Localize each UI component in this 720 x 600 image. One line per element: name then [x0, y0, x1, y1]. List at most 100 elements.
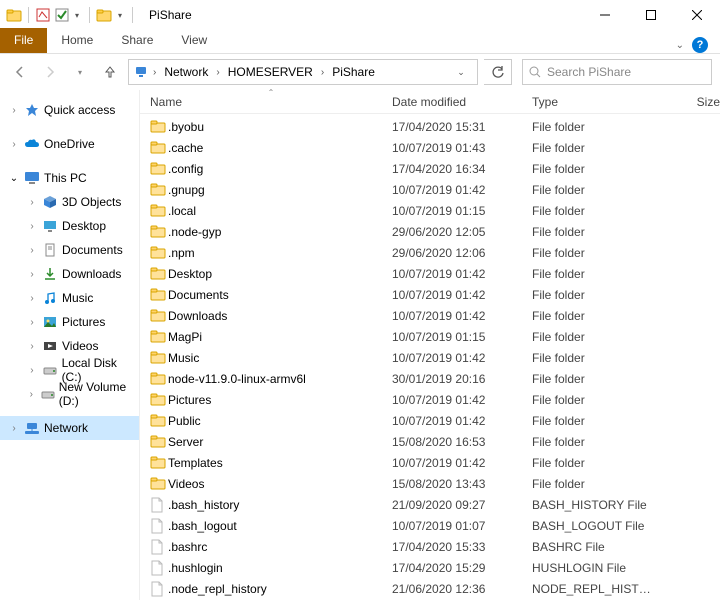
file-type: File folder — [532, 309, 660, 323]
minimize-button[interactable] — [582, 0, 628, 30]
column-size[interactable]: Size — [660, 95, 720, 109]
file-date: 10/07/2019 01:43 — [392, 141, 532, 155]
file-type: File folder — [532, 435, 660, 449]
help-icon[interactable]: ? — [692, 37, 708, 53]
close-button[interactable] — [674, 0, 720, 30]
nav-label: Quick access — [44, 103, 115, 117]
nav-onedrive[interactable]: › OneDrive — [0, 132, 139, 156]
nav-this-pc[interactable]: ⌄ This PC — [0, 166, 139, 190]
list-item[interactable]: Templates10/07/2019 01:42File folder — [140, 452, 720, 473]
folder-icon — [6, 7, 22, 23]
nav-network[interactable]: › Network — [0, 416, 139, 440]
list-item[interactable]: MagPi10/07/2019 01:15File folder — [140, 326, 720, 347]
list-item[interactable]: .npm29/06/2020 12:06File folder — [140, 242, 720, 263]
tab-file[interactable]: File — [0, 28, 47, 53]
refresh-button[interactable] — [484, 59, 512, 85]
column-date[interactable]: Date modified — [392, 95, 532, 109]
tab-home[interactable]: Home — [47, 28, 107, 53]
tab-share[interactable]: Share — [107, 28, 167, 53]
list-item[interactable]: .cache10/07/2019 01:43File folder — [140, 137, 720, 158]
chevron-right-icon[interactable]: › — [319, 67, 326, 78]
list-item[interactable]: .hushlogin17/04/2020 15:29HUSHLOGIN File — [140, 557, 720, 578]
nav-local-disk[interactable]: ›Local Disk (C:) — [0, 358, 139, 382]
nav-recent-icon[interactable]: ▾ — [68, 60, 92, 84]
list-item[interactable]: Downloads10/07/2019 01:42File folder — [140, 305, 720, 326]
breadcrumb[interactable]: Network — [160, 63, 212, 81]
nav-label: Downloads — [62, 267, 121, 281]
nav-documents[interactable]: ›Documents — [0, 238, 139, 262]
search-input[interactable]: Search PiShare — [522, 59, 712, 85]
file-type: File folder — [532, 414, 660, 428]
list-item[interactable]: Documents10/07/2019 01:42File folder — [140, 284, 720, 305]
address-bar[interactable]: › Network › HOMESERVER › PiShare ⌄ — [128, 59, 478, 85]
list-item[interactable]: .gnupg10/07/2019 01:42File folder — [140, 179, 720, 200]
breadcrumb[interactable]: HOMESERVER — [224, 63, 317, 81]
list-item[interactable]: .local10/07/2019 01:15File folder — [140, 200, 720, 221]
qat-checkbox-icon[interactable] — [55, 8, 69, 22]
column-name[interactable]: ⌃Name — [150, 95, 392, 109]
nav-new-volume[interactable]: ›New Volume (D:) — [0, 382, 139, 406]
list-item[interactable]: Videos15/08/2020 13:43File folder — [140, 473, 720, 494]
nav-label: This PC — [44, 171, 87, 185]
list-item[interactable]: Desktop10/07/2019 01:42File folder — [140, 263, 720, 284]
list-item[interactable]: Public10/07/2019 01:42File folder — [140, 410, 720, 431]
file-name: Music — [168, 351, 392, 365]
file-type: File folder — [532, 162, 660, 176]
chevron-right-icon[interactable]: › — [214, 67, 221, 78]
nav-back-button[interactable] — [8, 60, 32, 84]
column-type[interactable]: Type — [532, 95, 660, 109]
list-item[interactable]: .bashrc17/04/2020 15:33BASHRC File — [140, 536, 720, 557]
chevron-right-icon[interactable]: › — [8, 139, 20, 150]
file-name: Desktop — [168, 267, 392, 281]
nav-music[interactable]: ›Music — [0, 286, 139, 310]
nav-up-button[interactable] — [98, 60, 122, 84]
list-item[interactable]: .config17/04/2020 16:34File folder — [140, 158, 720, 179]
file-name: .npm — [168, 246, 392, 260]
chevron-right-icon[interactable]: › — [151, 67, 158, 78]
nav-pictures[interactable]: ›Pictures — [0, 310, 139, 334]
nav-downloads[interactable]: ›Downloads — [0, 262, 139, 286]
nav-desktop[interactable]: ›Desktop — [0, 214, 139, 238]
chevron-right-icon[interactable]: › — [8, 423, 20, 434]
title-menu-icon[interactable]: ▾ — [114, 11, 126, 20]
list-item[interactable]: .bash_history21/09/2020 09:27BASH_HISTOR… — [140, 494, 720, 515]
quick-access-toolbar: ▾ ▾ — [6, 7, 137, 23]
list-item[interactable]: .byobu17/04/2020 15:31File folder — [140, 116, 720, 137]
search-icon — [529, 66, 541, 78]
file-name: MagPi — [168, 330, 392, 344]
nav-quick-access[interactable]: › Quick access — [0, 98, 139, 122]
nav-label: Videos — [62, 339, 98, 353]
breadcrumb[interactable]: PiShare — [328, 63, 379, 81]
address-dropdown-icon[interactable]: ⌄ — [449, 60, 473, 84]
file-icon — [150, 518, 168, 534]
chevron-down-icon[interactable]: ⌄ — [8, 173, 20, 184]
file-name: Server — [168, 435, 392, 449]
list-item[interactable]: .bash_logout10/07/2019 01:07BASH_LOGOUT … — [140, 515, 720, 536]
qat-more-icon[interactable]: ▾ — [71, 11, 83, 20]
qat-properties-icon[interactable] — [35, 7, 51, 23]
list-item[interactable]: node-v11.9.0-linux-armv6l30/01/2019 20:1… — [140, 368, 720, 389]
nav-forward-button[interactable] — [38, 60, 62, 84]
ribbon-toggle-icon[interactable]: ⌄ — [676, 40, 684, 51]
list-item[interactable]: Server15/08/2020 16:53File folder — [140, 431, 720, 452]
file-icon — [150, 497, 168, 513]
folder-icon — [150, 245, 168, 261]
chevron-right-icon[interactable]: › — [8, 105, 20, 116]
nav-3d-objects[interactable]: ›3D Objects — [0, 190, 139, 214]
file-name: .bash_history — [168, 498, 392, 512]
nav-videos[interactable]: ›Videos — [0, 334, 139, 358]
file-date: 10/07/2019 01:42 — [392, 456, 532, 470]
file-icon — [150, 581, 168, 597]
nav-label: Desktop — [62, 219, 106, 233]
list-item[interactable]: .node_repl_history21/06/2020 12:36NODE_R… — [140, 578, 720, 599]
file-list[interactable]: .byobu17/04/2020 15:31File folder.cache1… — [140, 114, 720, 600]
tab-view[interactable]: View — [167, 28, 221, 53]
desktop-icon — [42, 218, 58, 234]
list-item[interactable]: Music10/07/2019 01:42File folder — [140, 347, 720, 368]
list-item[interactable]: .node-gyp29/06/2020 12:05File folder — [140, 221, 720, 242]
title-bar: ▾ ▾ PiShare — [0, 0, 720, 30]
file-type: File folder — [532, 204, 660, 218]
list-item[interactable]: Pictures10/07/2019 01:42File folder — [140, 389, 720, 410]
file-date: 10/07/2019 01:42 — [392, 414, 532, 428]
maximize-button[interactable] — [628, 0, 674, 30]
